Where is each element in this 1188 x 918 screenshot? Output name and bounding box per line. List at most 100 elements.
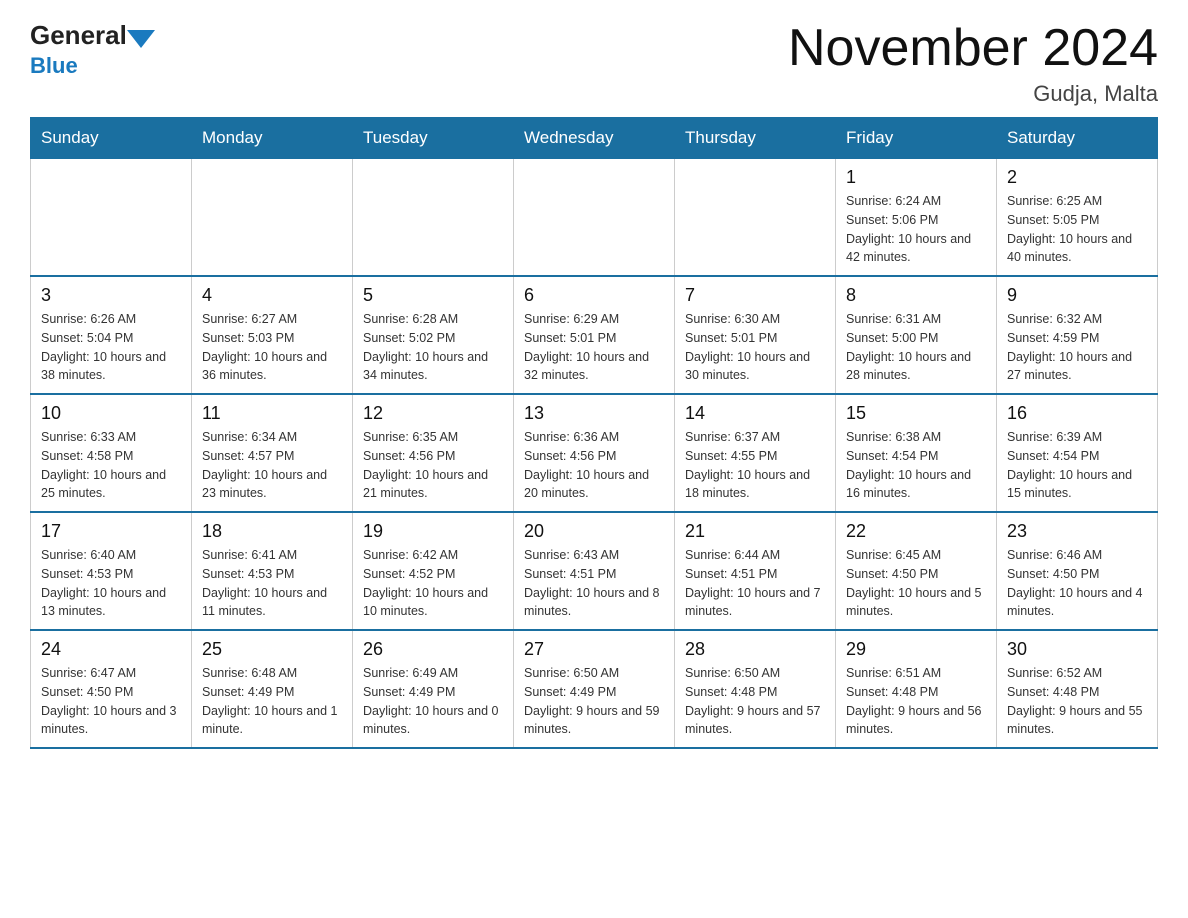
calendar-cell: 26 Sunrise: 6:49 AMSunset: 4:49 PMDayligh… — [353, 630, 514, 748]
day-info: Sunrise: 6:42 AMSunset: 4:52 PMDaylight:… — [363, 546, 503, 621]
calendar-cell — [192, 159, 353, 277]
day-number: 30 — [1007, 639, 1147, 660]
day-info: Sunrise: 6:39 AMSunset: 4:54 PMDaylight:… — [1007, 428, 1147, 503]
day-info: Sunrise: 6:34 AMSunset: 4:57 PMDaylight:… — [202, 428, 342, 503]
calendar-cell: 9 Sunrise: 6:32 AMSunset: 4:59 PMDaylight… — [997, 276, 1158, 394]
day-number: 25 — [202, 639, 342, 660]
day-info: Sunrise: 6:49 AMSunset: 4:49 PMDaylight:… — [363, 664, 503, 739]
calendar-body: 1 Sunrise: 6:24 AMSunset: 5:06 PMDaylight… — [31, 159, 1158, 749]
calendar-cell: 12Sunrise: 6:35 AMSunset: 4:56 PMDayligh… — [353, 394, 514, 512]
day-number: 29 — [846, 639, 986, 660]
day-info: Sunrise: 6:35 AMSunset: 4:56 PMDaylight:… — [363, 428, 503, 503]
calendar-cell: 1 Sunrise: 6:24 AMSunset: 5:06 PMDaylight… — [836, 159, 997, 277]
day-number: 9 — [1007, 285, 1147, 306]
day-number: 13 — [524, 403, 664, 424]
day-info: Sunrise: 6:28 AMSunset: 5:02 PMDaylight:… — [363, 310, 503, 385]
title-block: November 2024 Gudja, Malta — [788, 20, 1158, 107]
day-number: 22 — [846, 521, 986, 542]
calendar-cell: 17 Sunrise: 6:40 AMSunset: 4:53 PMDayligh… — [31, 512, 192, 630]
day-info: Sunrise: 6:47 AMSunset: 4:50 PMDaylight:… — [41, 664, 181, 739]
page-subtitle: Gudja, Malta — [788, 81, 1158, 107]
day-number: 28 — [685, 639, 825, 660]
day-number: 21 — [685, 521, 825, 542]
calendar-table: SundayMondayTuesdayWednesdayThursdayFrid… — [30, 117, 1158, 749]
day-number: 14 — [685, 403, 825, 424]
calendar-cell — [514, 159, 675, 277]
day-info: Sunrise: 6:30 AMSunset: 5:01 PMDaylight:… — [685, 310, 825, 385]
day-info: Sunrise: 6:24 AMSunset: 5:06 PMDaylight:… — [846, 192, 986, 267]
day-number: 20 — [524, 521, 664, 542]
calendar-cell: 28Sunrise: 6:50 AMSunset: 4:48 PMDayligh… — [675, 630, 836, 748]
calendar-header-row: SundayMondayTuesdayWednesdayThursdayFrid… — [31, 118, 1158, 159]
day-info: Sunrise: 6:25 AMSunset: 5:05 PMDaylight:… — [1007, 192, 1147, 267]
calendar-cell: 3 Sunrise: 6:26 AMSunset: 5:04 PMDaylight… — [31, 276, 192, 394]
calendar-cell — [31, 159, 192, 277]
calendar-cell: 14 Sunrise: 6:37 AMSunset: 4:55 PMDayligh… — [675, 394, 836, 512]
calendar-cell: 29Sunrise: 6:51 AMSunset: 4:48 PMDayligh… — [836, 630, 997, 748]
day-number: 19 — [363, 521, 503, 542]
calendar-header: SundayMondayTuesdayWednesdayThursdayFrid… — [31, 118, 1158, 159]
day-number: 17 — [41, 521, 181, 542]
day-number: 5 — [363, 285, 503, 306]
day-info: Sunrise: 6:38 AMSunset: 4:54 PMDaylight:… — [846, 428, 986, 503]
day-info: Sunrise: 6:32 AMSunset: 4:59 PMDaylight:… — [1007, 310, 1147, 385]
day-info: Sunrise: 6:31 AMSunset: 5:00 PMDaylight:… — [846, 310, 986, 385]
day-number: 3 — [41, 285, 181, 306]
calendar-header-day: Wednesday — [514, 118, 675, 159]
day-number: 23 — [1007, 521, 1147, 542]
day-number: 7 — [685, 285, 825, 306]
day-number: 2 — [1007, 167, 1147, 188]
calendar-week-row: 24 Sunrise: 6:47 AMSunset: 4:50 PMDayligh… — [31, 630, 1158, 748]
day-number: 10 — [41, 403, 181, 424]
calendar-cell: 16 Sunrise: 6:39 AMSunset: 4:54 PMDayligh… — [997, 394, 1158, 512]
logo-triangle-icon — [127, 30, 155, 48]
day-number: 1 — [846, 167, 986, 188]
day-info: Sunrise: 6:33 AMSunset: 4:58 PMDaylight:… — [41, 428, 181, 503]
day-number: 6 — [524, 285, 664, 306]
calendar-cell: 7 Sunrise: 6:30 AMSunset: 5:01 PMDaylight… — [675, 276, 836, 394]
day-info: Sunrise: 6:52 AMSunset: 4:48 PMDaylight:… — [1007, 664, 1147, 739]
day-number: 16 — [1007, 403, 1147, 424]
day-number: 4 — [202, 285, 342, 306]
day-number: 11 — [202, 403, 342, 424]
day-info: Sunrise: 6:40 AMSunset: 4:53 PMDaylight:… — [41, 546, 181, 621]
logo-text-general: General — [30, 20, 127, 51]
calendar-week-row: 3 Sunrise: 6:26 AMSunset: 5:04 PMDaylight… — [31, 276, 1158, 394]
calendar-header-day: Saturday — [997, 118, 1158, 159]
calendar-cell: 10 Sunrise: 6:33 AMSunset: 4:58 PMDayligh… — [31, 394, 192, 512]
calendar-cell: 20 Sunrise: 6:43 AMSunset: 4:51 PMDayligh… — [514, 512, 675, 630]
day-info: Sunrise: 6:45 AMSunset: 4:50 PMDaylight:… — [846, 546, 986, 621]
day-number: 8 — [846, 285, 986, 306]
day-info: Sunrise: 6:43 AMSunset: 4:51 PMDaylight:… — [524, 546, 664, 621]
page-header: General Blue November 2024 Gudja, Malta — [30, 20, 1158, 107]
calendar-cell: 30 Sunrise: 6:52 AMSunset: 4:48 PMDayligh… — [997, 630, 1158, 748]
day-number: 18 — [202, 521, 342, 542]
calendar-cell — [353, 159, 514, 277]
calendar-cell: 27Sunrise: 6:50 AMSunset: 4:49 PMDayligh… — [514, 630, 675, 748]
calendar-cell — [675, 159, 836, 277]
logo: General Blue — [30, 20, 155, 79]
calendar-cell: 6Sunrise: 6:29 AMSunset: 5:01 PMDaylight… — [514, 276, 675, 394]
calendar-cell: 13Sunrise: 6:36 AMSunset: 4:56 PMDayligh… — [514, 394, 675, 512]
day-info: Sunrise: 6:27 AMSunset: 5:03 PMDaylight:… — [202, 310, 342, 385]
day-info: Sunrise: 6:44 AMSunset: 4:51 PMDaylight:… — [685, 546, 825, 621]
calendar-header-day: Friday — [836, 118, 997, 159]
calendar-header-day: Tuesday — [353, 118, 514, 159]
calendar-cell: 19 Sunrise: 6:42 AMSunset: 4:52 PMDayligh… — [353, 512, 514, 630]
calendar-cell: 22 Sunrise: 6:45 AMSunset: 4:50 PMDayligh… — [836, 512, 997, 630]
calendar-cell: 11 Sunrise: 6:34 AMSunset: 4:57 PMDayligh… — [192, 394, 353, 512]
day-number: 27 — [524, 639, 664, 660]
calendar-week-row: 10 Sunrise: 6:33 AMSunset: 4:58 PMDayligh… — [31, 394, 1158, 512]
day-number: 24 — [41, 639, 181, 660]
day-info: Sunrise: 6:41 AMSunset: 4:53 PMDaylight:… — [202, 546, 342, 621]
day-info: Sunrise: 6:46 AMSunset: 4:50 PMDaylight:… — [1007, 546, 1147, 621]
calendar-cell: 23 Sunrise: 6:46 AMSunset: 4:50 PMDayligh… — [997, 512, 1158, 630]
calendar-cell: 24 Sunrise: 6:47 AMSunset: 4:50 PMDayligh… — [31, 630, 192, 748]
day-info: Sunrise: 6:37 AMSunset: 4:55 PMDaylight:… — [685, 428, 825, 503]
day-info: Sunrise: 6:48 AMSunset: 4:49 PMDaylight:… — [202, 664, 342, 739]
day-info: Sunrise: 6:26 AMSunset: 5:04 PMDaylight:… — [41, 310, 181, 385]
calendar-header-day: Thursday — [675, 118, 836, 159]
day-number: 26 — [363, 639, 503, 660]
calendar-cell: 15Sunrise: 6:38 AMSunset: 4:54 PMDayligh… — [836, 394, 997, 512]
calendar-cell: 5 Sunrise: 6:28 AMSunset: 5:02 PMDaylight… — [353, 276, 514, 394]
